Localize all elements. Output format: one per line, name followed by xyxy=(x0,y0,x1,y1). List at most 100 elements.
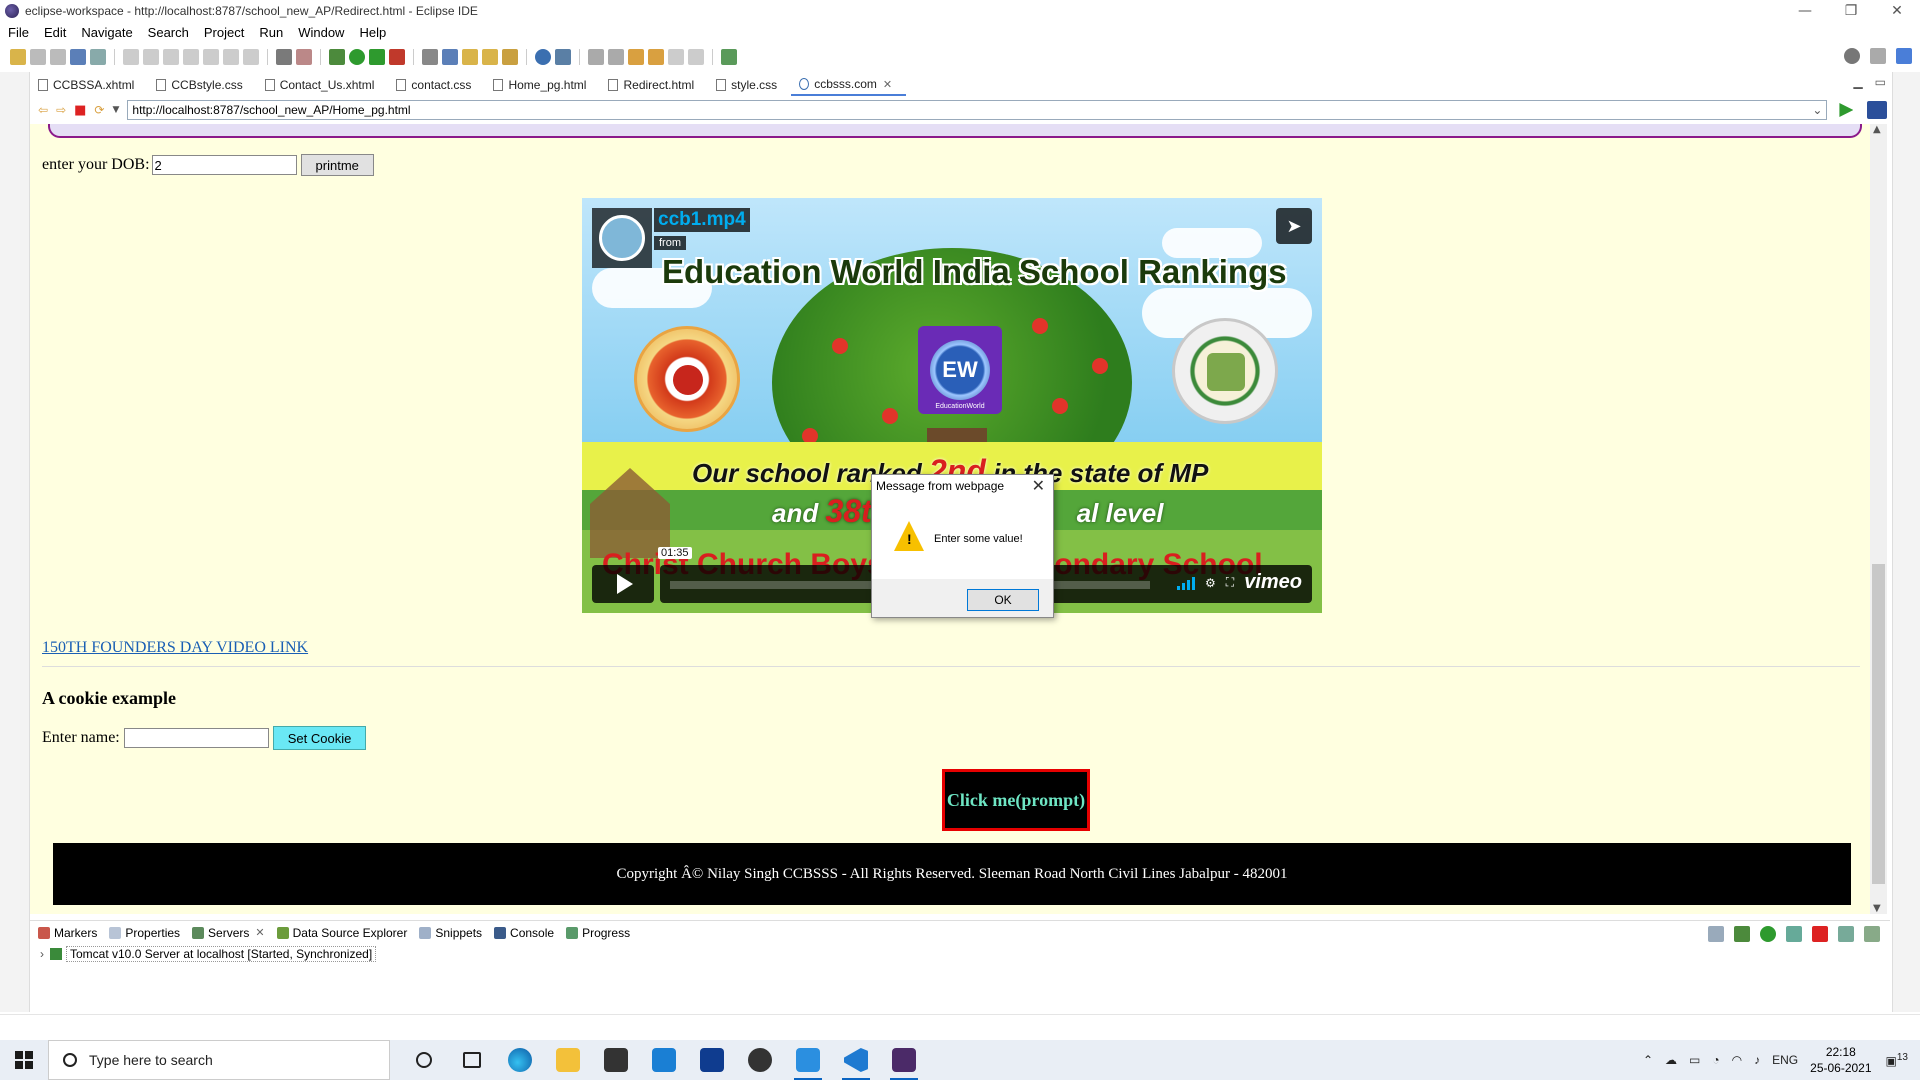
tab-redirect-html[interactable]: Redirect.html xyxy=(600,74,708,96)
prev-annotation-icon[interactable] xyxy=(608,49,624,65)
debug-icon[interactable] xyxy=(329,49,345,65)
next-annotation-icon[interactable] xyxy=(588,49,604,65)
tab-ccbsss-com[interactable]: ccbsss.com ✕ xyxy=(791,74,907,96)
skip-breakpoints-icon[interactable] xyxy=(90,49,106,65)
menu-search[interactable]: Search xyxy=(148,25,189,40)
taskbar-search[interactable]: Type here to search xyxy=(48,1040,390,1080)
tab-ccbstyle-css[interactable]: CCBstyle.css xyxy=(148,74,256,96)
open-perspective-icon[interactable] xyxy=(1870,48,1886,64)
new-icon[interactable] xyxy=(10,49,26,65)
start-button[interactable] xyxy=(0,1040,48,1080)
pin-editor-icon[interactable] xyxy=(721,49,737,65)
tab-properties[interactable]: Properties xyxy=(109,926,180,940)
last-edit-icon[interactable] xyxy=(628,49,644,65)
tab-servers[interactable]: Servers ✕ xyxy=(192,926,265,940)
forward-arrow-icon[interactable]: ⇨ xyxy=(56,103,66,117)
open-task-icon[interactable] xyxy=(502,49,518,65)
minimize-button[interactable]: — xyxy=(1782,0,1828,22)
chevron-right-icon[interactable]: › xyxy=(40,947,44,961)
vimeo-logo[interactable]: vimeo xyxy=(1244,571,1302,594)
tab-console[interactable]: Console xyxy=(494,926,554,940)
uploader-avatar[interactable] xyxy=(592,208,652,268)
settings-icon[interactable]: ⚙ xyxy=(1205,576,1216,590)
search-tool-icon[interactable] xyxy=(555,49,571,65)
toggle-icon[interactable] xyxy=(276,49,292,65)
set-cookie-button[interactable]: Set Cookie xyxy=(272,726,367,750)
click-me-prompt-button[interactable]: Click me(prompt) xyxy=(942,769,1090,831)
server-entry[interactable]: › Tomcat v10.0 Server at localhost [Star… xyxy=(40,946,377,962)
tab-contact-us-xhtml[interactable]: Contact_Us.xhtml xyxy=(257,74,389,96)
store-app[interactable] xyxy=(592,1040,640,1080)
edge-app[interactable] xyxy=(496,1040,544,1080)
maximize-editor-icon[interactable]: ▭ xyxy=(1875,75,1886,89)
suspend-icon[interactable] xyxy=(143,49,159,65)
cloud-icon[interactable]: ☁ xyxy=(1665,1053,1677,1067)
new-server-icon[interactable] xyxy=(422,49,438,65)
founders-day-link[interactable]: 150TH FOUNDERS DAY VIDEO LINK xyxy=(42,639,308,657)
terminate-icon[interactable] xyxy=(163,49,179,65)
eclipse-app[interactable] xyxy=(880,1040,928,1080)
printme-button[interactable]: printme xyxy=(300,154,374,176)
disconnect-server-icon[interactable] xyxy=(1864,926,1880,942)
tab-contact-css[interactable]: contact.css xyxy=(388,74,485,96)
save-icon[interactable] xyxy=(30,49,46,65)
browser-settings-icon[interactable] xyxy=(1867,101,1888,119)
menu-help[interactable]: Help xyxy=(359,25,386,40)
tab-data-source-explorer[interactable]: Data Source Explorer xyxy=(276,926,407,940)
stop-icon[interactable]: ■ xyxy=(74,103,86,118)
open-type-icon[interactable] xyxy=(462,49,478,65)
coverage-icon[interactable] xyxy=(369,49,385,65)
menu-run[interactable]: Run xyxy=(259,25,283,40)
back-icon[interactable] xyxy=(668,49,684,65)
minimize-editor-icon[interactable]: ▁ xyxy=(1853,75,1862,89)
profile-server-icon[interactable] xyxy=(1786,926,1802,942)
go-icon[interactable] xyxy=(1839,103,1854,117)
ok-button[interactable]: OK xyxy=(967,589,1039,611)
dropdown-icon[interactable]: ▼ xyxy=(112,105,119,115)
chevron-up-icon[interactable]: ⌃ xyxy=(1643,1053,1653,1067)
name-input[interactable] xyxy=(123,728,269,748)
collapse-all-icon[interactable] xyxy=(1708,926,1724,942)
menu-edit[interactable]: Edit xyxy=(44,25,66,40)
screenshot-app[interactable] xyxy=(784,1040,832,1080)
start-server-icon[interactable] xyxy=(1760,926,1776,942)
forward-edit-icon[interactable] xyxy=(648,49,664,65)
step-return-icon[interactable] xyxy=(243,49,259,65)
azure-app[interactable] xyxy=(688,1040,736,1080)
chevron-down-icon[interactable]: ⌄ xyxy=(1812,101,1822,119)
mail-app[interactable] xyxy=(640,1040,688,1080)
video-title[interactable]: ccb1.mp4 xyxy=(654,208,750,232)
terminal-icon[interactable] xyxy=(70,49,86,65)
scrollbar-thumb[interactable] xyxy=(1872,564,1885,884)
task-view-button[interactable] xyxy=(448,1040,496,1080)
disconnect-icon[interactable] xyxy=(183,49,199,65)
wifi-icon[interactable]: ◠ xyxy=(1732,1053,1742,1067)
menu-file[interactable]: File xyxy=(8,25,29,40)
dob-input[interactable] xyxy=(151,155,297,175)
url-input[interactable]: http://localhost:8787/school_new_AP/Home… xyxy=(127,100,1828,120)
toggle-mark-icon[interactable] xyxy=(296,49,312,65)
step-over-icon[interactable] xyxy=(223,49,239,65)
debug-server-icon[interactable] xyxy=(1734,926,1750,942)
speaker-icon[interactable]: ♪ xyxy=(1754,1053,1760,1067)
menu-project[interactable]: Project xyxy=(204,25,244,40)
menu-navigate[interactable]: Navigate xyxy=(81,25,132,40)
tab-snippets[interactable]: Snippets xyxy=(419,926,482,940)
search-icon[interactable] xyxy=(1844,48,1860,64)
run-icon[interactable] xyxy=(349,49,365,65)
close-button[interactable]: ✕ xyxy=(1874,0,1920,22)
notifications-icon[interactable]: ▣13 xyxy=(1886,1052,1908,1068)
tab-style-css[interactable]: style.css xyxy=(708,74,791,96)
share-icon[interactable]: ➤ xyxy=(1276,208,1312,244)
external-tools-icon[interactable] xyxy=(389,49,405,65)
tab-progress[interactable]: Progress xyxy=(566,926,630,940)
tab-markers[interactable]: Markers xyxy=(38,926,97,940)
refresh-icon[interactable]: ⟳ xyxy=(94,103,104,117)
tab-home-pg-html[interactable]: Home_pg.html xyxy=(485,74,600,96)
publish-icon[interactable] xyxy=(1838,926,1854,942)
restore-button[interactable]: ❐ xyxy=(1828,0,1874,22)
back-arrow-icon[interactable]: ⇦ xyxy=(38,103,48,117)
java-ee-perspective-icon[interactable] xyxy=(1896,48,1912,64)
resume-icon[interactable] xyxy=(123,49,139,65)
file-explorer-app[interactable] xyxy=(544,1040,592,1080)
